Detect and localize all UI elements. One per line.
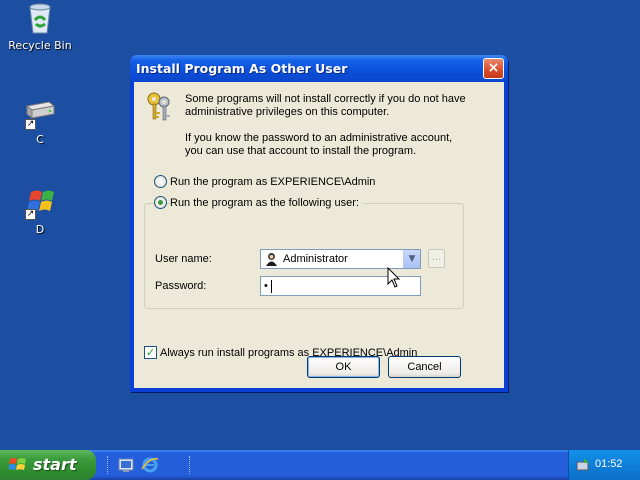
browse-user-button[interactable]: ...	[428, 249, 445, 268]
keys-icon	[144, 90, 174, 124]
radio-run-as-current-user[interactable]	[154, 175, 167, 188]
drive-icon: ↗	[23, 96, 57, 130]
clock[interactable]: 01:52	[595, 458, 623, 470]
shortcut-arrow-icon: ↗	[25, 209, 36, 220]
desktop-icon-label: Recycle Bin	[8, 39, 72, 52]
internet-explorer-icon[interactable]	[141, 456, 159, 474]
taskbar: start 01:52	[0, 450, 640, 480]
start-button[interactable]: start	[0, 450, 96, 480]
start-label: start	[33, 455, 77, 474]
radio-run-as-following-user-label[interactable]: Run the program as the following user:	[170, 196, 363, 210]
quick-launch-grip[interactable]	[107, 456, 109, 474]
desktop-icon-label: D	[35, 223, 45, 236]
intro-text-line-3: If you know the password to an administr…	[185, 132, 453, 144]
text-caret	[271, 280, 272, 293]
intro-text-line-4: you can use that account to install the …	[185, 145, 417, 157]
user-name-label: User name:	[155, 253, 212, 265]
close-icon: ×	[487, 60, 500, 76]
safely-remove-hardware-icon[interactable]	[575, 457, 591, 473]
close-button[interactable]: ×	[483, 58, 504, 79]
radio-run-as-following-user[interactable]	[154, 196, 167, 209]
shortcut-arrow-icon: ↗	[25, 119, 36, 130]
ok-button[interactable]: OK	[307, 356, 380, 378]
show-desktop-icon[interactable]	[117, 456, 135, 474]
dialog-titlebar[interactable]: Install Program As Other User ×	[130, 55, 508, 82]
radio-run-as-current-user-label[interactable]: Run the program as EXPERIENCE\Admin	[170, 175, 375, 189]
desktop-icon-label: C	[36, 133, 44, 146]
password-value: •	[264, 280, 268, 292]
desktop: Recycle Bin ↗ C ↗ D Install Program As O…	[0, 0, 640, 450]
dialog-body: Some programs will not install correctly…	[134, 82, 504, 388]
system-tray: 01:52	[568, 450, 640, 480]
always-run-checkbox[interactable]: ✓	[144, 346, 157, 359]
recycle-bin-icon	[23, 2, 57, 36]
chevron-down-icon[interactable]: ▼	[403, 250, 420, 268]
taskbar-grip[interactable]	[189, 456, 191, 474]
desktop-icon-recycle-bin[interactable]: Recycle Bin	[0, 2, 80, 52]
install-as-user-dialog: Install Program As Other User × Some pro…	[130, 55, 508, 392]
cancel-button[interactable]: Cancel	[388, 356, 461, 378]
mouse-cursor-icon	[387, 266, 401, 289]
user-icon	[265, 252, 278, 266]
intro-text-line-1: Some programs will not install correctly…	[185, 93, 466, 105]
windows-cd-icon: ↗	[23, 186, 57, 220]
dialog-title: Install Program As Other User	[136, 61, 348, 76]
desktop-icon-c[interactable]: ↗ C	[0, 96, 80, 146]
windows-logo-icon	[8, 457, 27, 477]
password-label: Password:	[155, 280, 207, 292]
user-name-value: Administrator	[283, 253, 348, 265]
intro-text-line-2: administrative privileges on this comput…	[185, 106, 390, 118]
user-name-combobox[interactable]: Administrator ▼	[260, 249, 421, 269]
desktop-icon-d[interactable]: ↗ D	[0, 186, 80, 236]
